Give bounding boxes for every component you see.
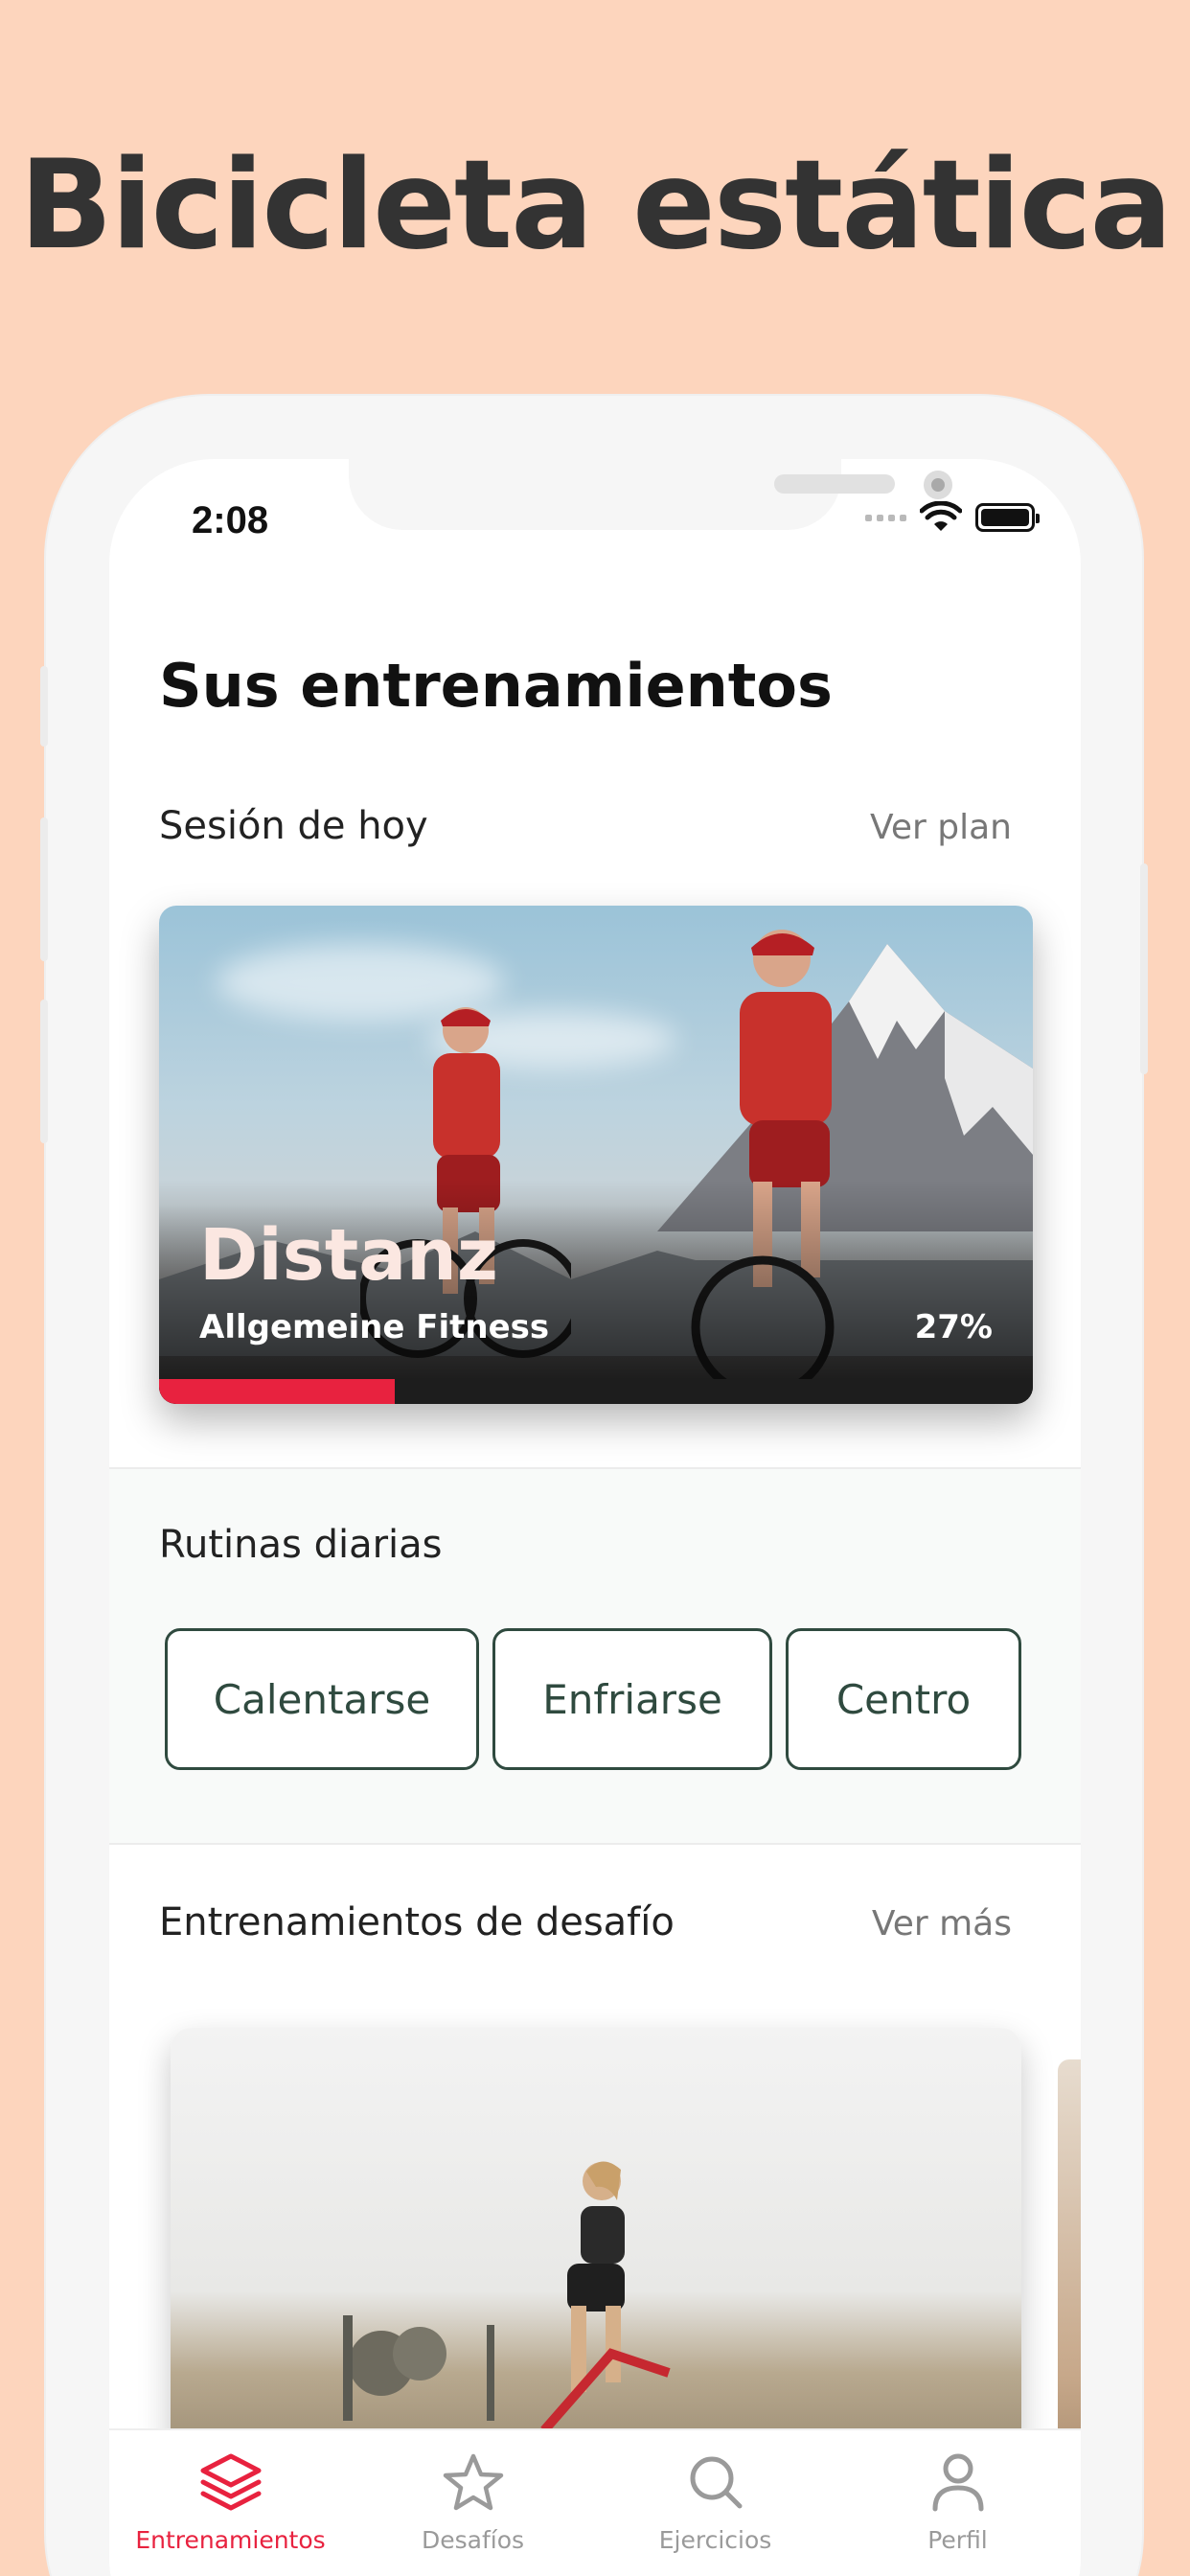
challenges-section-label: Entrenamientos de desafío (159, 1900, 675, 1944)
volume-up-button (40, 817, 48, 961)
divider (109, 1843, 1081, 1845)
tab-label: Ejercicios (658, 2526, 772, 2554)
wifi-icon (920, 501, 962, 531)
routines-section-label: Rutinas diarias (159, 1523, 443, 1567)
search-icon (690, 2456, 742, 2509)
status-time: 2:08 (192, 499, 269, 541)
power-button (1140, 863, 1148, 1074)
progress-bar (159, 1379, 1033, 1404)
battery-icon (975, 503, 1040, 532)
tab-label: Desafíos (421, 2526, 525, 2554)
card-title: Distanz (199, 1214, 498, 1297)
tab-label: Entrenamientos (135, 2526, 326, 2554)
tab-bar: Entrenamientos Desafíos Ejercicios Perfi… (109, 2428, 1081, 2576)
star-icon (443, 2453, 503, 2511)
front-camera (924, 471, 952, 499)
tab-profile[interactable]: Perfil (836, 2444, 1079, 2554)
speaker-grille (774, 474, 895, 494)
card-subtitle: Allgemeine Fitness (199, 1308, 550, 1346)
page-title: Sus entrenamientos (159, 651, 833, 721)
notch (349, 459, 952, 530)
tab-workouts[interactable]: Entrenamientos (109, 2444, 352, 2554)
promo-headline: Bicicleta estática (19, 134, 1173, 277)
view-more-link[interactable]: Ver más (872, 1904, 1012, 1944)
view-plan-link[interactable]: Ver plan (870, 808, 1012, 847)
app-screen: 2:08 Sus entrenamientos Sesión de hoy Ve… (109, 459, 1081, 2576)
tab-label: Perfil (927, 2526, 988, 2554)
card-progress-text: 27% (914, 1308, 993, 1346)
volume-down-button (40, 1000, 48, 1143)
phone-frame: 2:08 Sus entrenamientos Sesión de hoy Ve… (40, 396, 1148, 2576)
progress-bar-fill (159, 1379, 396, 1404)
layers-icon (200, 2453, 261, 2511)
routine-cooldown-button[interactable]: Enfriarse (492, 1628, 772, 1770)
person-icon (932, 2453, 983, 2512)
tab-challenges[interactable]: Desafíos (352, 2444, 594, 2554)
routine-warmup-button[interactable]: Calentarse (165, 1628, 479, 1770)
today-workout-card[interactable]: Distanz Allgemeine Fitness 27% (159, 906, 1033, 1404)
routine-core-button[interactable]: Centro (786, 1628, 1021, 1770)
status-icons (865, 501, 1040, 534)
mute-switch (40, 666, 48, 747)
signal-icon (865, 514, 906, 521)
today-section-label: Sesión de hoy (159, 804, 428, 848)
tab-exercises[interactable]: Ejercicios (594, 2444, 836, 2554)
